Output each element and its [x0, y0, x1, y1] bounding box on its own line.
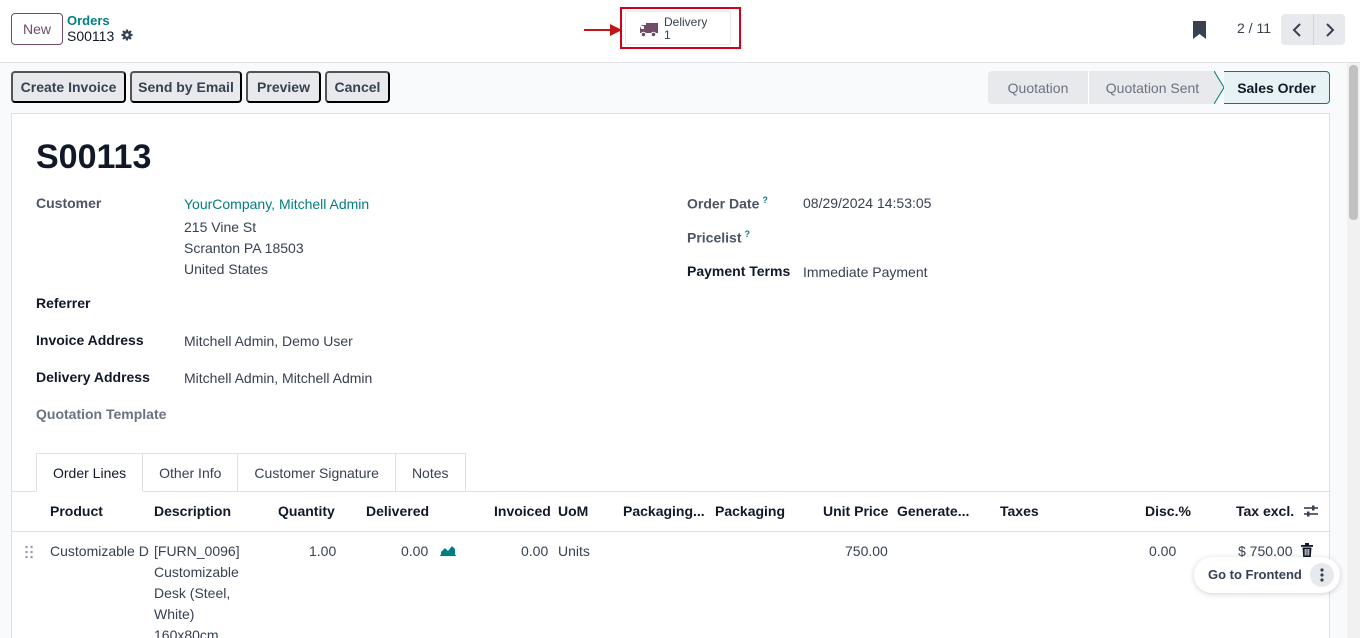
- cancel-button[interactable]: Cancel: [325, 71, 390, 103]
- col-product[interactable]: Product: [50, 503, 103, 519]
- row-quantity[interactable]: 1.00: [309, 543, 336, 559]
- notebook-tabs: Order Lines Other Info Customer Signatur…: [36, 453, 466, 492]
- trash-icon[interactable]: [1301, 543, 1313, 557]
- address-line-2: Scranton PA 18503: [184, 240, 304, 256]
- pager-next-button[interactable]: [1313, 14, 1345, 45]
- stage-quotation[interactable]: Quotation: [988, 71, 1088, 104]
- breadcrumb-current: S00113: [67, 28, 115, 44]
- pager-previous-button[interactable]: [1281, 14, 1313, 45]
- preview-button[interactable]: Preview: [246, 71, 321, 103]
- delivery-count: 1: [664, 28, 671, 42]
- row-description-line: [FURN_0096]: [154, 543, 240, 559]
- help-icon[interactable]: ?: [762, 195, 768, 205]
- invoice-address-field[interactable]: Mitchell Admin, Demo User: [184, 333, 353, 349]
- row-description-line: 160x80cm,: [154, 627, 223, 638]
- row-delivered: 0.00: [401, 543, 429, 559]
- payment-terms-field[interactable]: Immediate Payment: [803, 264, 928, 280]
- table-header-divider: [12, 531, 1331, 532]
- customer-label: Customer: [36, 195, 102, 211]
- drag-handle-icon[interactable]: [24, 545, 34, 559]
- order-date-label: Order Date?: [687, 195, 768, 212]
- address-line-1: 215 Vine St: [184, 219, 257, 235]
- stage-sales-order[interactable]: Sales Order: [1224, 71, 1330, 104]
- create-invoice-button[interactable]: Create Invoice: [11, 71, 126, 103]
- order-date-field[interactable]: 08/29/2024 14:53:05: [803, 195, 931, 211]
- scrollbar-thumb[interactable]: [1349, 65, 1358, 220]
- chevron-left-icon: [1292, 22, 1301, 37]
- go-to-frontend-button[interactable]: Go to Frontend: [1208, 567, 1302, 582]
- breadcrumb-orders[interactable]: Orders: [67, 13, 110, 28]
- customer-name-link[interactable]: YourCompany, Mitchell Admin: [184, 196, 369, 212]
- new-button[interactable]: New: [11, 13, 63, 45]
- page-title: S00113: [36, 138, 152, 176]
- help-icon[interactable]: ?: [744, 229, 750, 239]
- col-taxes[interactable]: Taxes: [1000, 503, 1039, 519]
- col-delivered[interactable]: Delivered: [366, 503, 429, 519]
- col-generate[interactable]: Generate...: [897, 503, 969, 519]
- tab-other-info[interactable]: Other Info: [143, 453, 239, 492]
- stage-separator: [1214, 71, 1224, 104]
- truck-icon: [640, 23, 658, 38]
- col-packaging[interactable]: Packaging: [715, 503, 785, 519]
- row-uom[interactable]: Units: [558, 543, 590, 559]
- more-options-button[interactable]: [1310, 563, 1334, 587]
- pager-value[interactable]: 2 / 11: [1237, 20, 1271, 36]
- row-description-line: Customizable: [154, 564, 239, 580]
- delivery-address-label: Delivery Address: [36, 369, 150, 385]
- pricelist-label: Pricelist?: [687, 229, 750, 246]
- tab-customer-signature[interactable]: Customer Signature: [238, 453, 396, 492]
- row-unit-price[interactable]: 750.00: [845, 543, 888, 559]
- invoice-address-label: Invoice Address: [36, 332, 144, 348]
- send-by-email-button[interactable]: Send by Email: [130, 71, 242, 103]
- scrollbar[interactable]: [1347, 63, 1360, 638]
- row-product[interactable]: Customizable D: [50, 543, 149, 559]
- col-disc[interactable]: Disc.%: [1145, 503, 1191, 519]
- col-description[interactable]: Description: [154, 503, 231, 519]
- row-disc[interactable]: 0.00: [1149, 543, 1176, 559]
- control-panel: New Orders S00113 Delivery 1 2 / 11: [0, 0, 1360, 63]
- tab-notes[interactable]: Notes: [395, 453, 466, 492]
- row-description-line: White): [154, 606, 195, 622]
- delivery-address-field[interactable]: Mitchell Admin, Mitchell Admin: [184, 370, 372, 386]
- forecast-chart-icon[interactable]: [440, 544, 456, 556]
- row-invoiced: 0.00: [521, 543, 549, 559]
- address-line-3: United States: [184, 261, 269, 277]
- referrer-label: Referrer: [36, 295, 91, 311]
- col-tax-excl[interactable]: Tax excl.: [1236, 503, 1294, 519]
- col-invoiced[interactable]: Invoiced: [494, 503, 551, 519]
- gear-icon[interactable]: [121, 29, 133, 41]
- col-packaging-qty[interactable]: Packaging...: [623, 503, 705, 519]
- bookmark-icon[interactable]: [1193, 21, 1206, 39]
- red-arrow-icon: [584, 24, 622, 36]
- stage-quotation-sent[interactable]: Quotation Sent: [1088, 71, 1216, 104]
- tab-order-lines[interactable]: Order Lines: [36, 453, 144, 492]
- form-sheet: S00113 Customer YourCompany, Mitchell Ad…: [11, 113, 1331, 638]
- col-unit-price[interactable]: Unit Price: [823, 503, 888, 519]
- chevron-right-icon: [1325, 22, 1334, 37]
- quotation-template-label: Quotation Template: [36, 406, 167, 422]
- status-stages: Quotation Quotation Sent Sales Order: [988, 71, 1330, 104]
- col-quantity[interactable]: Quantity: [278, 503, 335, 519]
- row-description-line: Desk (Steel,: [154, 585, 231, 601]
- optional-columns-icon[interactable]: [1303, 504, 1319, 518]
- col-uom[interactable]: UoM: [558, 503, 588, 519]
- payment-terms-label: Payment Terms: [687, 263, 791, 279]
- go-to-frontend-widget: Go to Frontend: [1194, 557, 1340, 593]
- vertical-ellipsis-icon: [1320, 568, 1324, 582]
- delivery-smart-button[interactable]: Delivery 1: [625, 11, 731, 45]
